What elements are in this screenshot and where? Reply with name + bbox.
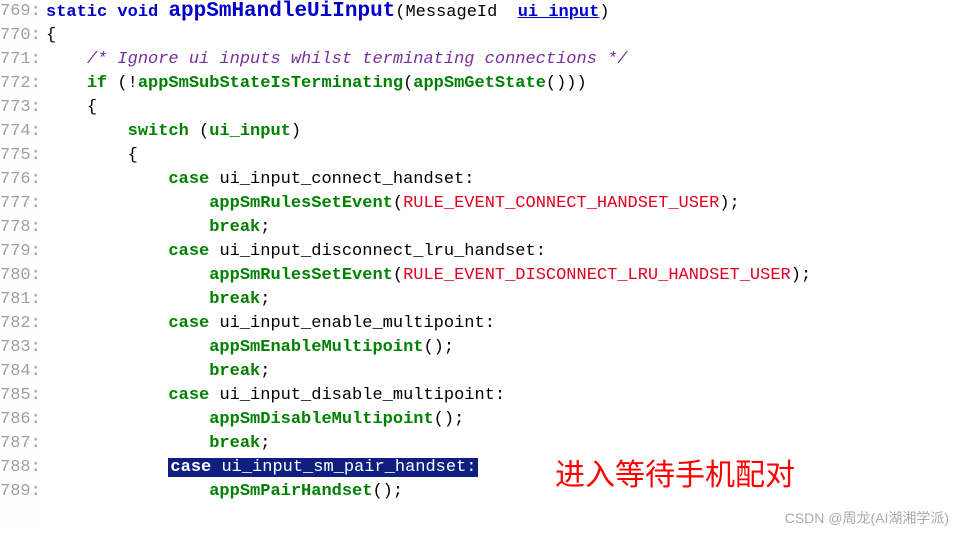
code-line[interactable]: appSmPairHandset(); xyxy=(46,480,959,504)
keyword-break: break xyxy=(209,218,260,237)
code-line[interactable]: case ui_input_connect_handset: xyxy=(46,168,959,192)
code-line[interactable]: { xyxy=(46,96,959,120)
case-label: ui_input_sm_pair_handset xyxy=(221,458,466,477)
code-line[interactable]: /* Ignore ui inputs whilst terminating c… xyxy=(46,48,959,72)
code-line[interactable]: static void appSmHandleUiInput(MessageId… xyxy=(46,0,959,24)
line-number: 789: xyxy=(0,480,36,504)
keyword-case: case xyxy=(168,314,209,333)
line-number xyxy=(0,504,36,528)
function-call: appSmPairHandset xyxy=(209,482,372,501)
line-number: 770: xyxy=(0,24,36,48)
line-number: 788: xyxy=(0,456,36,480)
keyword-break: break xyxy=(209,290,260,309)
param-name: ui_input xyxy=(518,3,600,22)
line-number: 769: xyxy=(0,0,36,24)
code-line-selected[interactable]: case ui_input_sm_pair_handset: xyxy=(46,456,959,480)
code-area[interactable]: static void appSmHandleUiInput(MessageId… xyxy=(40,0,959,528)
function-name: appSmHandleUiInput xyxy=(168,0,395,23)
line-number: 774: xyxy=(0,120,36,144)
case-label: ui_input_enable_multipoint xyxy=(219,314,484,333)
line-number: 775: xyxy=(0,144,36,168)
function-call: appSmEnableMultipoint xyxy=(209,338,423,357)
brace-open: { xyxy=(128,146,138,165)
identifier: ui_input xyxy=(209,122,291,141)
code-editor[interactable]: 769: 770: 771: 772: 773: 774: 775: 776: … xyxy=(0,0,959,528)
code-line[interactable]: break; xyxy=(46,432,959,456)
selection-highlight: case ui_input_sm_pair_handset: xyxy=(168,458,478,477)
case-label: ui_input_connect_handset xyxy=(219,170,464,189)
code-line[interactable]: appSmDisableMultipoint(); xyxy=(46,408,959,432)
code-line[interactable]: case ui_input_disconnect_lru_handset: xyxy=(46,240,959,264)
code-line[interactable]: case ui_input_disable_multipoint: xyxy=(46,384,959,408)
code-line[interactable]: if (!appSmSubStateIsTerminating(appSmGet… xyxy=(46,72,959,96)
function-call: appSmSubStateIsTerminating xyxy=(138,74,403,93)
function-call: appSmDisableMultipoint xyxy=(209,410,433,429)
code-line[interactable]: break; xyxy=(46,360,959,384)
line-number: 778: xyxy=(0,216,36,240)
keyword-switch: switch xyxy=(128,122,189,141)
line-number: 779: xyxy=(0,240,36,264)
keyword-static: static xyxy=(46,3,107,22)
code-line[interactable]: case ui_input_enable_multipoint: xyxy=(46,312,959,336)
case-label: ui_input_disconnect_lru_handset xyxy=(219,242,535,261)
line-number: 776: xyxy=(0,168,36,192)
line-number: 787: xyxy=(0,432,36,456)
code-line[interactable]: appSmEnableMultipoint(); xyxy=(46,336,959,360)
line-number: 784: xyxy=(0,360,36,384)
keyword-void: void xyxy=(117,3,158,22)
function-call: appSmGetState xyxy=(413,74,546,93)
constant: RULE_EVENT_CONNECT_HANDSET_USER xyxy=(403,194,719,213)
keyword-case: case xyxy=(168,386,209,405)
line-number: 780: xyxy=(0,264,36,288)
brace-open: { xyxy=(87,98,97,117)
line-number: 773: xyxy=(0,96,36,120)
code-line[interactable]: appSmRulesSetEvent(RULE_EVENT_CONNECT_HA… xyxy=(46,192,959,216)
code-line[interactable]: break; xyxy=(46,216,959,240)
code-line[interactable]: appSmRulesSetEvent(RULE_EVENT_DISCONNECT… xyxy=(46,264,959,288)
line-number: 783: xyxy=(0,336,36,360)
keyword-break: break xyxy=(209,434,260,453)
code-line[interactable]: break; xyxy=(46,288,959,312)
line-number: 772: xyxy=(0,72,36,96)
keyword-case: case xyxy=(168,170,209,189)
keyword-case: case xyxy=(168,242,209,261)
brace-open: { xyxy=(46,26,56,45)
code-line[interactable]: { xyxy=(46,144,959,168)
line-number: 782: xyxy=(0,312,36,336)
case-label: ui_input_disable_multipoint xyxy=(219,386,494,405)
function-call: appSmRulesSetEvent xyxy=(209,266,393,285)
keyword-if: if xyxy=(87,74,107,93)
line-number: 785: xyxy=(0,384,36,408)
constant: RULE_EVENT_DISCONNECT_LRU_HANDSET_USER xyxy=(403,266,791,285)
code-line[interactable]: switch (ui_input) xyxy=(46,120,959,144)
keyword-break: break xyxy=(209,362,260,381)
watermark-text: CSDN @周龙(AI湖湘学派) xyxy=(785,508,949,528)
param-type: MessageId xyxy=(405,3,497,22)
line-number: 777: xyxy=(0,192,36,216)
code-line[interactable]: { xyxy=(46,24,959,48)
line-number: 771: xyxy=(0,48,36,72)
line-number: 786: xyxy=(0,408,36,432)
line-number: 781: xyxy=(0,288,36,312)
comment: /* Ignore ui inputs whilst terminating c… xyxy=(87,50,628,69)
annotation-text: 进入等待手机配对 xyxy=(555,450,795,494)
keyword-case: case xyxy=(170,458,211,477)
function-call: appSmRulesSetEvent xyxy=(209,194,393,213)
line-number-gutter: 769: 770: 771: 772: 773: 774: 775: 776: … xyxy=(0,0,40,528)
